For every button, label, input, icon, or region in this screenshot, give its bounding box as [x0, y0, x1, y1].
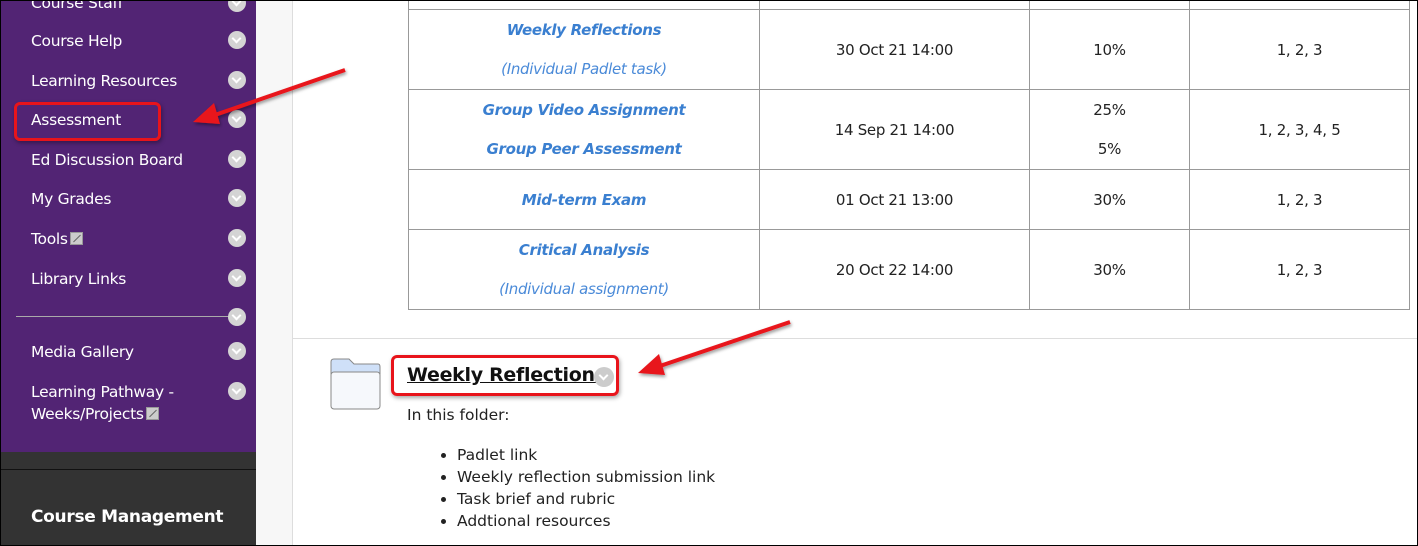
- arrow-to-folder: [638, 320, 791, 375]
- annotation-arrows: [193, 68, 791, 375]
- arrow-to-assessment: [193, 68, 346, 124]
